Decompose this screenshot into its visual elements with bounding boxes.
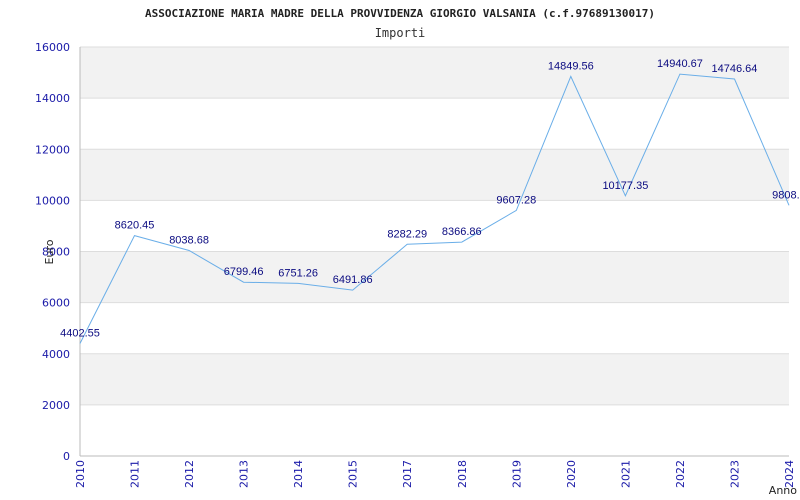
x-tick-label: 2019 — [510, 460, 523, 488]
data-label: 8282.29 — [387, 228, 427, 240]
x-tick-label: 2012 — [183, 460, 196, 488]
x-tick-label: 2020 — [565, 460, 578, 488]
y-tick-label: 6000 — [42, 297, 70, 310]
y-tick-label: 10000 — [35, 194, 70, 207]
grid-band — [80, 251, 789, 303]
x-tick-label: 2010 — [74, 460, 87, 488]
y-tick-label: 12000 — [35, 143, 70, 156]
x-axis-ticks: 2010 2011 2012 2013 2014 2015 2017 2018 2019 2020… — [74, 460, 796, 488]
y-tick-label: 16000 — [35, 41, 70, 54]
chart-subtitle: Importi — [375, 26, 426, 40]
data-label: 6799.46 — [224, 266, 264, 278]
x-tick-label: 2017 — [401, 460, 414, 488]
data-label: 8038.68 — [169, 235, 209, 247]
y-tick-label: 2000 — [42, 399, 70, 412]
x-tick-label: 2018 — [456, 460, 469, 488]
grid-band — [80, 47, 789, 99]
x-tick-label: 2011 — [129, 460, 142, 488]
line-chart: ASSOCIAZIONE MARIA MADRE DELLA PROVVIDEN… — [35, 7, 800, 497]
data-label: 14940.67 — [657, 58, 703, 70]
data-label: 10177.35 — [602, 180, 648, 192]
chart-title: ASSOCIAZIONE MARIA MADRE DELLA PROVVIDEN… — [145, 7, 655, 20]
x-tick-label: 2015 — [347, 460, 360, 488]
grid-band — [80, 149, 789, 201]
x-tick-label: 2013 — [238, 460, 251, 488]
x-tick-label: 2023 — [728, 460, 741, 488]
data-label: 14849.56 — [548, 60, 594, 72]
x-axis-label: Anno — [769, 484, 797, 497]
y-axis-label: Euro — [43, 239, 56, 264]
grid-band — [80, 353, 789, 405]
data-label: 6491.86 — [333, 274, 373, 286]
data-label: 14746.64 — [712, 63, 758, 75]
plot-bands — [80, 47, 789, 405]
y-tick-label: 14000 — [35, 92, 70, 105]
x-tick-label: 2021 — [619, 460, 632, 488]
data-label: 9607.28 — [496, 194, 536, 206]
y-tick-label: 0 — [63, 450, 70, 463]
data-label: 6751.26 — [278, 267, 318, 279]
data-label: 8620.45 — [115, 220, 155, 232]
data-label: 9808.2 — [772, 189, 800, 201]
y-tick-label: 4000 — [42, 348, 70, 361]
x-tick-label: 2022 — [674, 460, 687, 488]
data-label: 4402.55 — [60, 327, 100, 339]
x-tick-label: 2014 — [292, 460, 305, 488]
data-label: 8366.86 — [442, 226, 482, 238]
